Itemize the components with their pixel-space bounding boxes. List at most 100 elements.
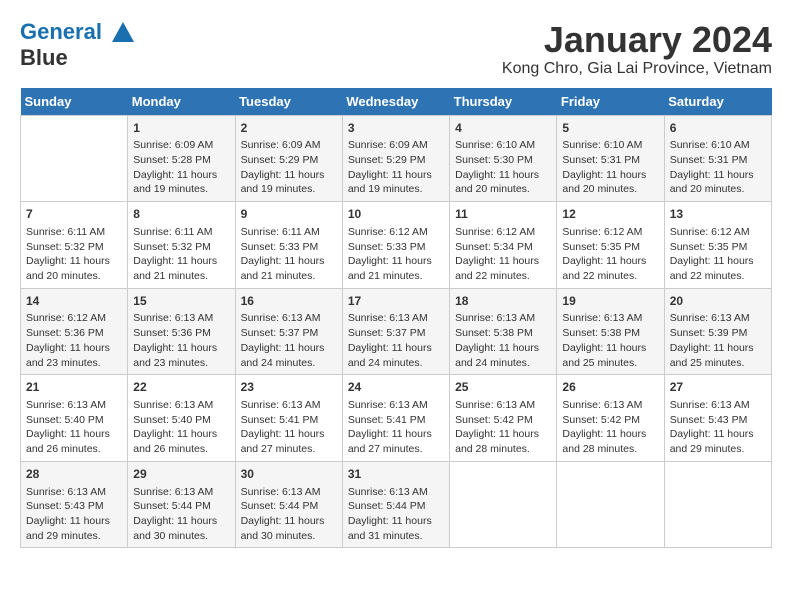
day-number: 11 (455, 206, 551, 223)
cell-content-line: Sunset: 5:29 PM (348, 153, 444, 168)
day-number: 2 (241, 120, 337, 137)
cell-content-line: Sunrise: 6:11 AM (133, 225, 229, 240)
cell-content-line: Daylight: 11 hours (133, 254, 229, 269)
cell-content-line: Sunrise: 6:09 AM (241, 138, 337, 153)
calendar-table: SundayMondayTuesdayWednesdayThursdayFrid… (20, 88, 772, 549)
calendar-week-row: 21Sunrise: 6:13 AMSunset: 5:40 PMDayligh… (21, 375, 772, 462)
cell-content-line: and 20 minutes. (562, 182, 658, 197)
cell-content-line: Daylight: 11 hours (348, 168, 444, 183)
cell-content-line: Sunrise: 6:13 AM (670, 398, 766, 413)
day-number: 17 (348, 293, 444, 310)
calendar-header-row: SundayMondayTuesdayWednesdayThursdayFrid… (21, 88, 772, 116)
calendar-cell: 25Sunrise: 6:13 AMSunset: 5:42 PMDayligh… (450, 375, 557, 462)
cell-content-line: Sunset: 5:28 PM (133, 153, 229, 168)
day-number: 14 (26, 293, 122, 310)
calendar-cell: 7Sunrise: 6:11 AMSunset: 5:32 PMDaylight… (21, 202, 128, 289)
calendar-week-row: 1Sunrise: 6:09 AMSunset: 5:28 PMDaylight… (21, 115, 772, 202)
cell-content-line: and 21 minutes. (348, 269, 444, 284)
cell-content-line: Sunset: 5:36 PM (133, 326, 229, 341)
cell-content-line: Sunset: 5:37 PM (348, 326, 444, 341)
calendar-cell (557, 461, 664, 548)
cell-content-line: Daylight: 11 hours (133, 514, 229, 529)
cell-content-line: Sunset: 5:31 PM (670, 153, 766, 168)
calendar-cell: 22Sunrise: 6:13 AMSunset: 5:40 PMDayligh… (128, 375, 235, 462)
cell-content-line: and 29 minutes. (26, 529, 122, 544)
cell-content-line: Sunset: 5:36 PM (26, 326, 122, 341)
calendar-cell: 6Sunrise: 6:10 AMSunset: 5:31 PMDaylight… (664, 115, 771, 202)
cell-content-line: and 24 minutes. (348, 356, 444, 371)
cell-content-line: Daylight: 11 hours (26, 514, 122, 529)
day-number: 9 (241, 206, 337, 223)
cell-content-line: and 19 minutes. (133, 182, 229, 197)
cell-content-line: and 20 minutes. (26, 269, 122, 284)
cell-content-line: and 24 minutes. (241, 356, 337, 371)
day-number: 15 (133, 293, 229, 310)
day-number: 26 (562, 379, 658, 396)
cell-content-line: Sunrise: 6:13 AM (348, 485, 444, 500)
col-header-thursday: Thursday (450, 88, 557, 116)
day-number: 6 (670, 120, 766, 137)
day-number: 16 (241, 293, 337, 310)
calendar-cell: 1Sunrise: 6:09 AMSunset: 5:28 PMDaylight… (128, 115, 235, 202)
cell-content-line: Sunset: 5:41 PM (241, 413, 337, 428)
day-number: 8 (133, 206, 229, 223)
day-number: 18 (455, 293, 551, 310)
calendar-cell: 30Sunrise: 6:13 AMSunset: 5:44 PMDayligh… (235, 461, 342, 548)
logo-icon (110, 20, 136, 46)
cell-content-line: Sunrise: 6:13 AM (26, 485, 122, 500)
cell-content-line: and 19 minutes. (348, 182, 444, 197)
cell-content-line: Sunrise: 6:13 AM (26, 398, 122, 413)
cell-content-line: Sunset: 5:41 PM (348, 413, 444, 428)
cell-content-line: Sunset: 5:32 PM (26, 240, 122, 255)
page-header: General Blue January 2024 Kong Chro, Gia… (20, 20, 772, 78)
cell-content-line: Sunrise: 6:12 AM (670, 225, 766, 240)
cell-content-line: Daylight: 11 hours (670, 427, 766, 442)
cell-content-line: Sunrise: 6:13 AM (348, 311, 444, 326)
logo: General Blue (20, 20, 136, 70)
cell-content-line: Sunrise: 6:09 AM (133, 138, 229, 153)
day-number: 12 (562, 206, 658, 223)
col-header-wednesday: Wednesday (342, 88, 449, 116)
cell-content-line: Sunrise: 6:13 AM (133, 398, 229, 413)
cell-content-line: Sunrise: 6:10 AM (455, 138, 551, 153)
cell-content-line: and 20 minutes. (670, 182, 766, 197)
cell-content-line: Daylight: 11 hours (562, 427, 658, 442)
cell-content-line: Sunset: 5:35 PM (562, 240, 658, 255)
day-number: 30 (241, 466, 337, 483)
cell-content-line: Sunset: 5:38 PM (455, 326, 551, 341)
cell-content-line: Daylight: 11 hours (455, 427, 551, 442)
logo-line1: General (20, 19, 102, 44)
cell-content-line: Sunset: 5:37 PM (241, 326, 337, 341)
cell-content-line: Daylight: 11 hours (670, 254, 766, 269)
title-area: January 2024 Kong Chro, Gia Lai Province… (502, 20, 772, 78)
cell-content-line: Sunset: 5:44 PM (133, 499, 229, 514)
cell-content-line: and 28 minutes. (455, 442, 551, 457)
calendar-cell: 14Sunrise: 6:12 AMSunset: 5:36 PMDayligh… (21, 288, 128, 375)
day-number: 31 (348, 466, 444, 483)
day-number: 20 (670, 293, 766, 310)
cell-content-line: and 22 minutes. (455, 269, 551, 284)
calendar-cell: 12Sunrise: 6:12 AMSunset: 5:35 PMDayligh… (557, 202, 664, 289)
calendar-cell: 27 Sunrise: 6:13 AMSunset: 5:43 PMDayligh… (664, 375, 771, 462)
cell-content-line: and 22 minutes. (670, 269, 766, 284)
day-number: 27 (670, 379, 766, 396)
calendar-cell: 23Sunrise: 6:13 AMSunset: 5:41 PMDayligh… (235, 375, 342, 462)
cell-content-line: Daylight: 11 hours (26, 254, 122, 269)
cell-content-line: Sunrise: 6:13 AM (133, 485, 229, 500)
cell-content-line: Sunset: 5:44 PM (241, 499, 337, 514)
day-number: 13 (670, 206, 766, 223)
cell-content-line: Sunrise: 6:13 AM (670, 311, 766, 326)
cell-content-line: Sunset: 5:38 PM (562, 326, 658, 341)
day-number: 22 (133, 379, 229, 396)
cell-content-line: and 25 minutes. (562, 356, 658, 371)
col-header-saturday: Saturday (664, 88, 771, 116)
calendar-cell: 26Sunrise: 6:13 AMSunset: 5:42 PMDayligh… (557, 375, 664, 462)
cell-content-line: and 28 minutes. (562, 442, 658, 457)
cell-content-line: Sunset: 5:30 PM (455, 153, 551, 168)
cell-content-line: Sunset: 5:43 PM (670, 413, 766, 428)
day-number: 5 (562, 120, 658, 137)
cell-content-line: Daylight: 11 hours (241, 514, 337, 529)
cell-content-line: Sunset: 5:32 PM (133, 240, 229, 255)
cell-content-line: Sunrise: 6:13 AM (455, 398, 551, 413)
cell-content-line: and 23 minutes. (26, 356, 122, 371)
